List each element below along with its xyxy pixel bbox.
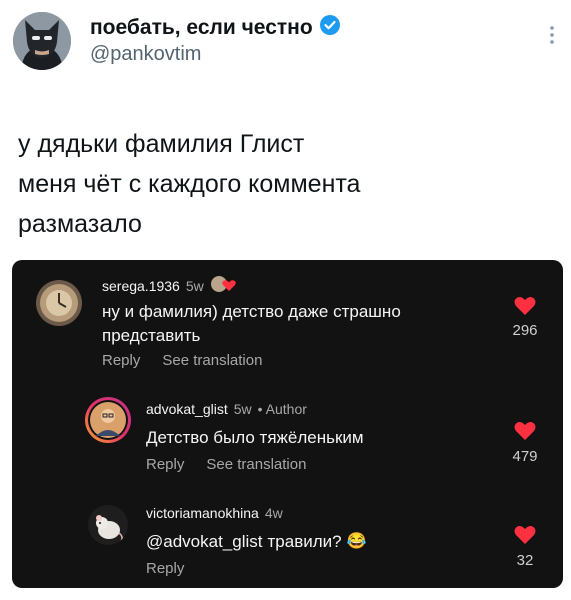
like-count: 32 — [516, 552, 534, 569]
comment-age: 5w — [233, 401, 252, 417]
author-avatar[interactable] — [13, 12, 71, 70]
author-badge: • Author — [257, 401, 307, 417]
comment-text-line: ну и фамилия) детство даже страшно — [102, 302, 401, 321]
heart-icon — [514, 422, 536, 440]
comments-screenshot: serega.1936 5w ну и фамилия) детство даж… — [12, 260, 563, 588]
author-handle[interactable]: @pankovtim — [90, 43, 201, 66]
comment-header: victoriamanokhina 4w — [146, 505, 283, 521]
comment-username[interactable]: advokat_glist — [146, 401, 228, 417]
comment-avatar[interactable] — [36, 280, 82, 326]
reply-button[interactable]: Reply — [146, 456, 184, 473]
tweet-text-line: размазало — [18, 210, 142, 238]
comment-username[interactable]: serega.1936 — [102, 278, 180, 294]
tweet-text: у дядьки фамилия Глист меня чёт с каждог… — [18, 124, 360, 244]
comment-text: Детство было тяжёленьким — [146, 426, 364, 450]
reply-button[interactable]: Reply — [146, 560, 184, 577]
comment-text: @advokat_glist травили? 😂 — [146, 530, 367, 554]
see-translation-button[interactable]: See translation — [162, 352, 262, 369]
comment-actions: Reply See translation — [146, 456, 306, 473]
heart-icon — [514, 297, 536, 315]
comment-avatar[interactable] — [88, 505, 128, 545]
like-button[interactable] — [513, 523, 537, 550]
comment-header: advokat_glist 5w • Author — [146, 401, 307, 417]
like-button[interactable] — [513, 419, 537, 446]
author-name[interactable]: поебать, если честно — [90, 16, 313, 40]
tweet-text-line: меня чёт с каждого коммента — [18, 170, 361, 198]
see-translation-button[interactable]: See translation — [206, 456, 306, 473]
comment-text: ну и фамилия) детство даже страшно предс… — [102, 300, 401, 348]
like-count: 479 — [512, 448, 538, 465]
comment-age: 4w — [264, 505, 283, 521]
like-button[interactable] — [513, 294, 537, 321]
comment-mention[interactable]: @advokat_glist — [146, 530, 263, 554]
comment-actions: Reply See translation — [102, 352, 262, 369]
tweet-text-line: у дядьки фамилия Глист — [18, 130, 305, 158]
verified-badge-icon — [319, 14, 341, 42]
more-vertical-icon[interactable] — [548, 24, 556, 51]
comment-header: serega.1936 5w — [102, 275, 238, 296]
heart-icon — [514, 526, 536, 544]
comment-username[interactable]: victoriamanokhina — [146, 505, 259, 521]
laughing-emoji-icon: 😂 — [346, 533, 367, 550]
liked-by-author-icon — [210, 275, 238, 296]
author-name-row[interactable]: поебать, если честно — [90, 14, 341, 42]
reply-button[interactable]: Reply — [102, 352, 140, 369]
comment-text-line: травили? — [267, 532, 342, 551]
comment-age: 5w — [185, 277, 204, 294]
comment-avatar[interactable] — [84, 396, 132, 444]
comment-text-line: представить — [102, 326, 201, 345]
comment-text-line: Детство было тяжёленьким — [146, 428, 364, 447]
like-count: 296 — [512, 322, 538, 339]
comment-actions: Reply — [146, 560, 184, 577]
